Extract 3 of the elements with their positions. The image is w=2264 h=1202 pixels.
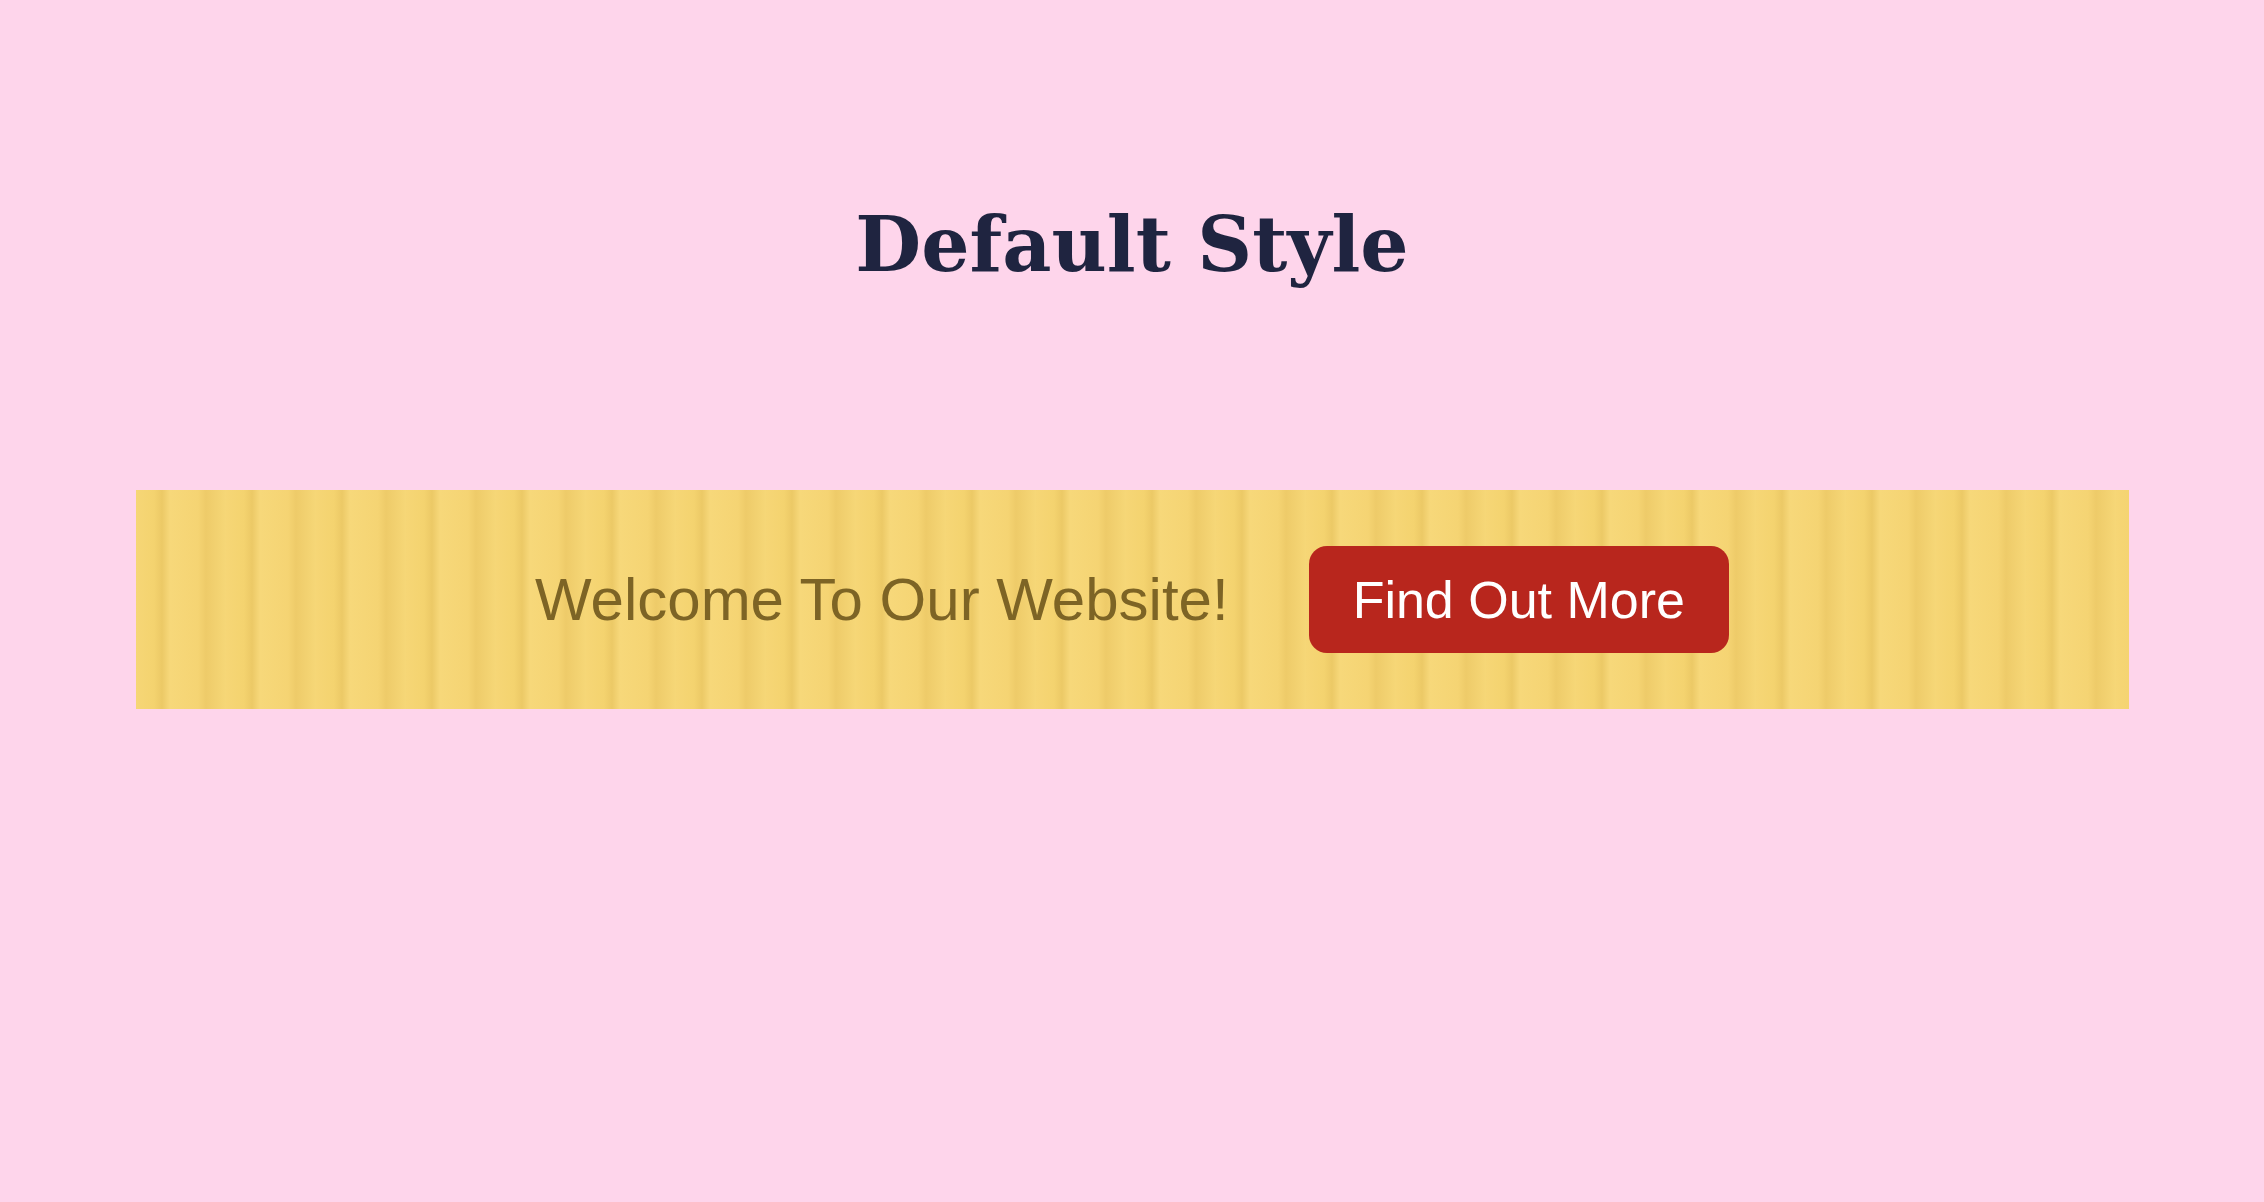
welcome-message: Welcome To Our Website! xyxy=(535,564,1229,635)
find-out-more-button[interactable]: Find Out More xyxy=(1308,546,1729,653)
page-heading: Default Style xyxy=(855,199,1409,291)
